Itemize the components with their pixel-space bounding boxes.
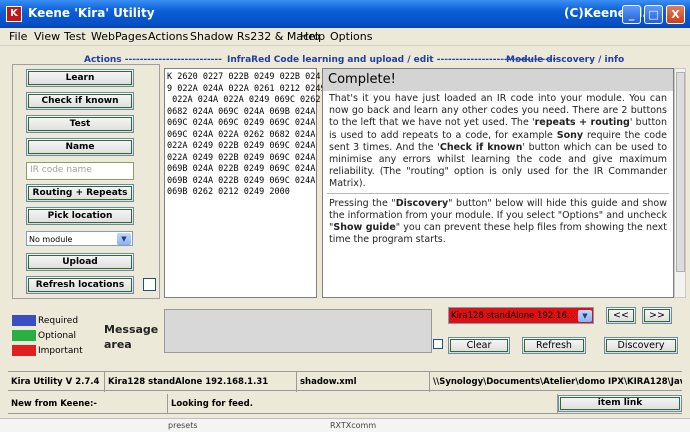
item-link-button[interactable]: item link (558, 395, 682, 412)
status-path: \\Synology\Documents\Atelier\domo IPX\KI… (433, 377, 682, 387)
maximize-icon[interactable]: □ (644, 5, 663, 24)
menu-actions[interactable]: Actions (148, 30, 188, 43)
learn-button[interactable]: Learn (26, 69, 134, 87)
news-feed: Looking for feed. (168, 394, 558, 414)
message-label-1: Message (104, 323, 159, 336)
legend-optional-label: Optional (38, 331, 77, 341)
close-icon[interactable]: X (666, 5, 685, 24)
module-header: Module discovery / info (506, 55, 625, 65)
window-title-company: (C)Keene El... (564, 6, 656, 20)
taskbar-item-rxtxcomm[interactable]: RXTXcomm (330, 421, 376, 430)
module-select[interactable]: No module ▼ (26, 231, 133, 246)
menu-view[interactable]: View (34, 30, 60, 43)
name-button[interactable]: Name (26, 138, 134, 156)
message-area (164, 309, 432, 353)
background-taskbar: presets RXTXcomm (0, 418, 690, 432)
menu-webpages[interactable]: WebPages (91, 30, 147, 43)
status-device: Kira128 standAlone 192.168.1.31 (105, 372, 297, 392)
refresh-checkbox[interactable] (143, 278, 156, 291)
legend-required-label: Required (38, 316, 79, 326)
scrollbar-thumb[interactable] (676, 72, 685, 272)
routing-repeats-button[interactable]: Routing + Repeats (26, 184, 134, 202)
ir-code-editor[interactable]: K 2620 0227 022B 0249 022B 024 9 022A 02… (164, 68, 326, 298)
menu-test[interactable]: Test (64, 30, 86, 43)
refresh-locations-button[interactable]: Refresh locations (26, 276, 134, 294)
device-select[interactable]: Kira128 standAlone 192.16... ▼ (448, 307, 594, 324)
upload-button[interactable]: Upload (26, 253, 134, 271)
test-button[interactable]: Test (26, 115, 134, 133)
chevron-down-icon[interactable]: ▼ (117, 233, 131, 245)
minimize-icon[interactable]: _ (622, 5, 641, 24)
message-label-2: area (104, 338, 132, 351)
menu-bar: File View Test WebPages Actions Shadow R… (0, 28, 690, 46)
refresh-button[interactable]: Refresh (522, 337, 586, 354)
message-indicator (433, 339, 443, 349)
discovery-button[interactable]: Discovery (604, 337, 678, 354)
ir-code-name-input[interactable]: IR code name (26, 162, 134, 180)
legend-required-swatch (12, 315, 36, 326)
pick-location-button[interactable]: Pick location (26, 207, 134, 225)
prev-button[interactable]: << (606, 307, 636, 324)
chevron-down-icon[interactable]: ▼ (578, 310, 592, 322)
menu-options[interactable]: Options (330, 30, 372, 43)
menu-help[interactable]: Help (300, 30, 325, 43)
check-if-known-button[interactable]: Check if known (26, 92, 134, 110)
status-file: shadow.xml (297, 372, 430, 392)
clear-button[interactable]: Clear (448, 337, 510, 354)
help-scrollbar[interactable] (674, 68, 686, 298)
app-icon: K (6, 6, 22, 22)
help-heading: Complete! (323, 69, 673, 91)
menu-file[interactable]: File (9, 30, 27, 43)
device-select-value: Kira128 standAlone 192.16... (451, 311, 575, 321)
help-panel: Complete! That's it you have just loaded… (322, 68, 674, 298)
window-title: Keene 'Kira' Utility (28, 6, 155, 20)
legend-optional-swatch (12, 330, 36, 341)
legend-important-label: Important (38, 346, 83, 356)
help-paragraph-1: That's it you have just loaded an IR cod… (329, 93, 668, 190)
help-divider (327, 192, 669, 195)
module-select-value: No module (29, 235, 73, 244)
legend-important-swatch (12, 345, 36, 356)
help-paragraph-2: Pressing the "Discovery" button" below w… (329, 197, 668, 246)
news-label: New from Keene:- (8, 394, 168, 414)
title-bar[interactable]: K Keene 'Kira' Utility (C)Keene El... _ … (0, 0, 690, 28)
news-bar: New from Keene:- Looking for feed. item … (8, 394, 682, 414)
status-bar: Kira Utility V 2.7.4 Kira128 standAlone … (8, 371, 682, 392)
taskbar-item-presets[interactable]: presets (168, 421, 198, 430)
next-button[interactable]: >> (642, 307, 672, 324)
status-version: Kira Utility V 2.7.4 (8, 372, 105, 392)
